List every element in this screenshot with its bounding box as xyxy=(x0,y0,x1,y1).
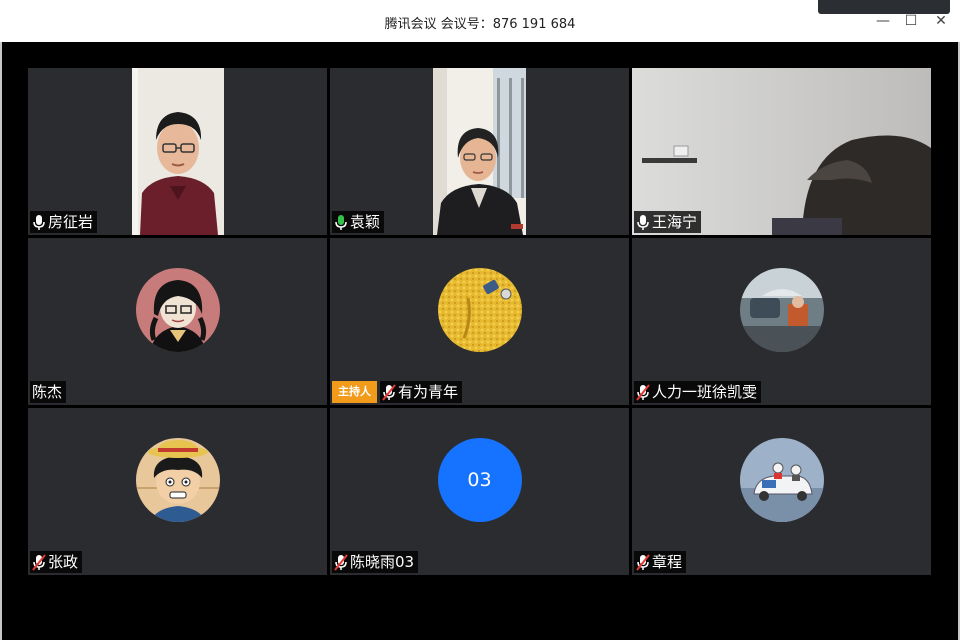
participant-avatar xyxy=(739,268,824,352)
microphone-muted-icon xyxy=(382,384,396,401)
participant-name: 有为青年 xyxy=(398,383,459,401)
participant-name-tag: 房征岩 xyxy=(30,211,98,233)
participant-name-tag: 张政 xyxy=(30,551,83,573)
title-bar: 腾讯会议 会议号：876 191 684 — ☐ ✕ xyxy=(0,0,960,42)
participant-name: 章程 xyxy=(652,553,683,571)
participant-tile[interactable]: 人力一班徐凯雯 xyxy=(632,238,931,405)
participant-avatar xyxy=(437,268,522,352)
participant-name-tag: 陈晓雨03 xyxy=(332,551,419,573)
participant-name-tag: 陈杰 xyxy=(30,381,67,403)
microphone-muted-icon xyxy=(32,554,46,571)
participant-grid: 房征岩 袁颖 王海宁 陈杰 主持人 有为青年 人力一班徐凯雯 张政 03 陈晓雨… xyxy=(28,68,931,575)
participant-tile[interactable]: 袁颖 xyxy=(330,68,629,235)
participant-video xyxy=(632,68,931,235)
participant-name: 王海宁 xyxy=(652,213,698,231)
participant-name-tag: 王海宁 xyxy=(634,211,702,233)
participant-name-tag: 人力一班徐凯雯 xyxy=(634,381,762,403)
participant-tile[interactable]: 张政 xyxy=(28,408,327,575)
microphone-muted-icon xyxy=(636,554,650,571)
microphone-icon xyxy=(33,215,45,230)
participant-video xyxy=(433,68,526,235)
participant-name: 人力一班徐凯雯 xyxy=(652,383,758,401)
participant-tile[interactable]: 03 陈晓雨03 xyxy=(330,408,629,575)
close-icon[interactable]: ✕ xyxy=(932,12,950,30)
participant-name: 陈晓雨03 xyxy=(350,553,415,571)
participant-tile[interactable]: 房征岩 xyxy=(28,68,327,235)
participant-tile[interactable]: 陈杰 xyxy=(28,238,327,405)
participant-name-tag: 有为青年 xyxy=(380,381,463,403)
maximize-icon[interactable]: ☐ xyxy=(902,12,920,30)
participant-video xyxy=(132,68,224,235)
participant-avatar xyxy=(739,438,824,522)
participant-avatar-initials: 03 xyxy=(437,438,522,522)
minimize-icon[interactable]: — xyxy=(874,12,892,30)
microphone-muted-icon xyxy=(334,554,348,571)
participant-name: 张政 xyxy=(48,553,79,571)
participant-name-tag: 袁颖 xyxy=(332,211,385,233)
microphone-speaking-icon xyxy=(335,215,347,230)
participant-name-tag: 章程 xyxy=(634,551,687,573)
meeting-title: 腾讯会议 会议号：876 191 684 xyxy=(384,17,576,32)
microphone-muted-icon xyxy=(636,384,650,401)
microphone-icon xyxy=(637,215,649,230)
participant-avatar xyxy=(135,438,220,522)
participant-name: 陈杰 xyxy=(32,383,63,401)
participant-tile[interactable]: 章程 xyxy=(632,408,931,575)
participant-tile[interactable]: 王海宁 xyxy=(632,68,931,235)
participant-name: 袁颖 xyxy=(350,213,381,231)
host-badge: 主持人 xyxy=(332,381,377,403)
participant-tile[interactable]: 主持人 有为青年 xyxy=(330,238,629,405)
participant-name: 房征岩 xyxy=(48,213,94,231)
participant-avatar xyxy=(135,268,220,352)
window-border-left xyxy=(0,42,2,640)
